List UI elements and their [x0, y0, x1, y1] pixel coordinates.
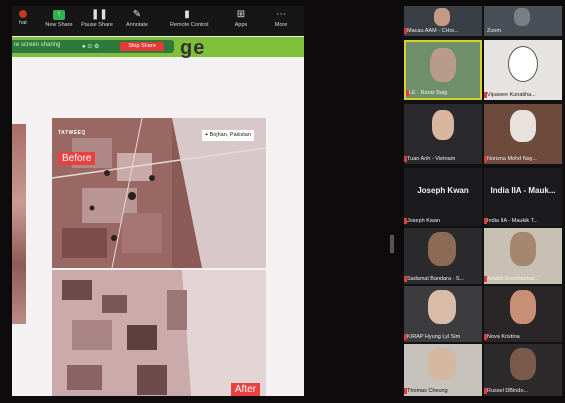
participant-face — [428, 348, 456, 380]
participant-face — [428, 290, 456, 324]
apps-button[interactable]: ⊞ Apps — [224, 8, 258, 34]
participant-face — [428, 232, 456, 266]
participant-tile[interactable]: Nova Kristina — [484, 286, 562, 342]
annotate-button[interactable]: ✎ Annotate — [120, 8, 154, 34]
shared-screen: hat ↑ New Share ❚❚ Pause Share ✎ Annotat… — [12, 6, 304, 396]
share-status-text: re screen sharing — [14, 42, 61, 48]
new-share-icon: ↑ — [53, 10, 65, 20]
share-status-pill: re screen sharing ● ⊙ ⚙ Stop Share — [12, 40, 174, 53]
remote-control-button[interactable]: ▮ Remote Control — [170, 8, 209, 34]
participant-face — [514, 8, 530, 26]
zoom-screen: hat ↑ New Share ❚❚ Pause Share ✎ Annotat… — [0, 0, 565, 403]
mouse-icon: ▮ — [184, 9, 190, 20]
participant-face — [510, 290, 536, 324]
share-status-bar: re screen sharing ● ⊙ ⚙ Stop Share ge — [12, 37, 304, 59]
pause-icon: ❚❚ — [91, 9, 108, 20]
participant-tile[interactable]: KIRAP Hyung Lyl Sim — [404, 286, 482, 342]
stop-share-button[interactable]: Stop Share — [120, 42, 164, 51]
participant-tile[interactable]: Russel DBindo... — [484, 344, 562, 396]
participant-tile[interactable]: India IIA - Mauk... India IIA - Maukik T… — [484, 168, 562, 226]
participant-face — [434, 8, 450, 26]
participant-face — [510, 110, 536, 142]
location-badge: ⌖ Bojhan, Pakistan — [202, 130, 254, 141]
slide-title: ge — [180, 37, 206, 59]
after-label: After — [230, 383, 260, 396]
active-speaker-tile[interactable]: LE - Raniz Baig — [404, 40, 482, 100]
brand-label: TATWEEQ — [58, 130, 86, 136]
presentation-slide: TATWEEQ ⌖ Bojhan, Pakistan Before After — [12, 58, 304, 396]
gallery-resize-handle[interactable] — [390, 235, 394, 253]
participant-tile[interactable]: Sadamal Bandara - S... — [404, 228, 482, 284]
participant-face — [430, 48, 456, 82]
participant-tile[interactable]: Thomas Cheung — [404, 344, 482, 396]
pause-share-button[interactable]: ❚❚ Pause Share — [80, 8, 114, 34]
before-label: Before — [58, 152, 96, 165]
participant-face — [510, 232, 536, 266]
more-icon: ⋯ — [276, 9, 286, 20]
after-terrain — [52, 270, 266, 396]
participant-tile[interactable]: Tuan Anh - Vietnam — [404, 104, 482, 164]
pencil-icon: ✎ — [132, 9, 142, 20]
left-partial-image — [12, 124, 26, 324]
meeting-toolbar: hat ↑ New Share ❚❚ Pause Share ✎ Annotat… — [12, 6, 304, 36]
participant-face — [432, 110, 454, 140]
participant-tile[interactable]: Anatta Sreethachat... — [484, 228, 562, 284]
before-satellite-image: TATWEEQ ⌖ Bojhan, Pakistan Before — [52, 118, 266, 268]
after-satellite-image: After ▬▬ ▬▬▬ — [52, 270, 266, 396]
participant-tile[interactable]: Zoom — [484, 6, 562, 36]
participant-tile[interactable]: Joseph Kwan Joseph Kwan — [404, 168, 482, 226]
participants-icon — [19, 10, 27, 18]
new-share-button[interactable]: ↑ New Share — [42, 8, 76, 34]
participant-tile[interactable]: Macau AAM - CHoi... — [404, 6, 482, 36]
participant-logo — [508, 46, 538, 82]
participant-tile[interactable]: Vipawee Kunatiha... — [484, 40, 562, 100]
participant-gallery: Macau AAM - CHoi... Zoom LE - Raniz Baig… — [404, 6, 564, 396]
toolbar-item-chat[interactable]: hat — [12, 8, 40, 34]
more-button[interactable]: ⋯ More — [264, 8, 298, 34]
participant-tile[interactable]: Norizna Mohd Nay... — [484, 104, 562, 164]
share-controls-icon[interactable]: ● ⊙ ⚙ — [82, 43, 99, 50]
apps-icon: ⊞ — [236, 9, 246, 20]
participant-face — [510, 348, 536, 380]
